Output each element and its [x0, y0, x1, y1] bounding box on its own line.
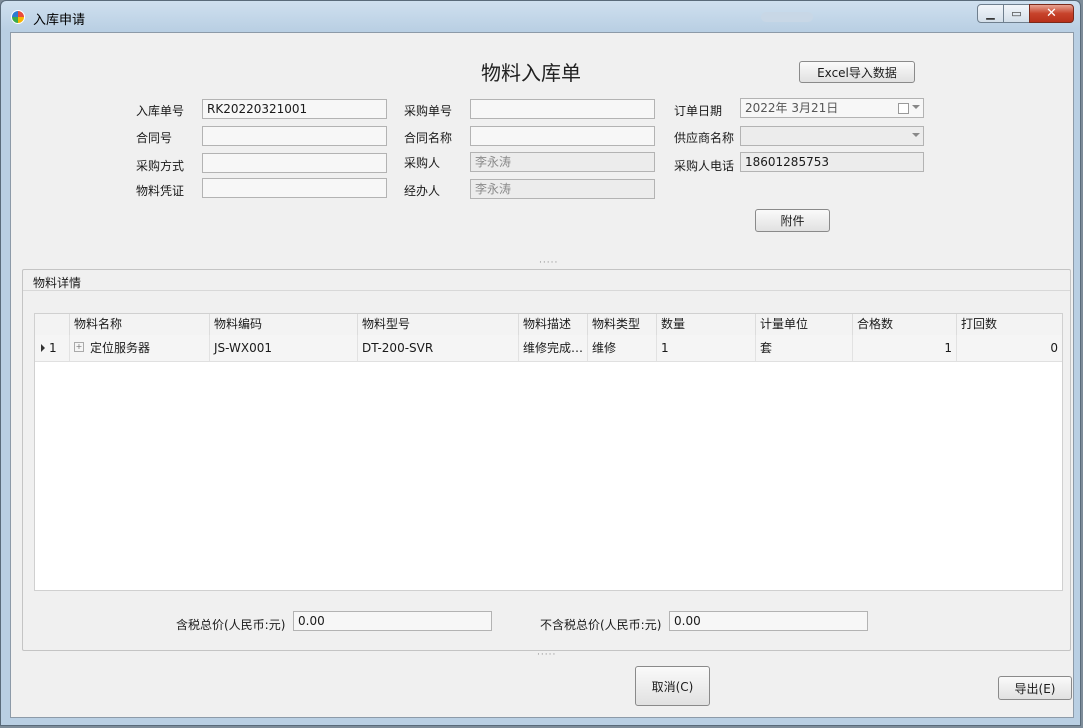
purchase-no-field[interactable]: [470, 99, 655, 119]
maximize-icon: ▭: [1011, 7, 1022, 20]
supplier-label: 供应商名称: [674, 131, 735, 145]
voucher-label: 物料凭证: [136, 184, 185, 198]
cell-passed[interactable]: 1: [852, 335, 956, 361]
close-button[interactable]: ✕: [1029, 4, 1074, 23]
window-title: 入库申请: [33, 13, 86, 28]
purchaser-phone-label: 采购人电话: [674, 159, 735, 173]
order-date-picker[interactable]: 2022年 3月21日: [740, 98, 924, 118]
group-divider: [23, 290, 1070, 291]
supplier-dropdown[interactable]: [740, 126, 924, 146]
voucher-field[interactable]: [202, 178, 387, 198]
window: 入库申请 ▁ ▭ ✕ 物料入库单 Excel导入数据 入库单号 RK202203…: [0, 0, 1081, 726]
cell-model[interactable]: DT-200-SVR: [357, 335, 518, 361]
column-header[interactable]: 打回数: [956, 314, 1062, 335]
header-corner: [35, 314, 69, 335]
cell-returned[interactable]: 0: [956, 335, 1062, 361]
details-title: 物料详情: [33, 276, 82, 290]
tax-incl-label: 含税总价(人民币:元): [176, 618, 286, 632]
splitter-grip-bottom[interactable]: ·····: [537, 650, 556, 660]
order-date-label: 订单日期: [674, 104, 723, 118]
contract-name-label: 合同名称: [404, 131, 453, 145]
app-icon: [11, 10, 25, 24]
column-header[interactable]: 数量: [656, 314, 755, 335]
order-date-value: 2022年 3月21日: [745, 101, 839, 115]
cell-qty[interactable]: 1: [656, 335, 755, 361]
splitter-grip-top[interactable]: ·····: [539, 258, 558, 268]
minimize-icon: ▁: [986, 7, 995, 20]
contract-name-field[interactable]: [470, 126, 655, 146]
minimize-button[interactable]: ▁: [977, 4, 1004, 23]
cell-name-text: 定位服务器: [90, 341, 151, 355]
chevron-down-icon: [912, 133, 920, 137]
cancel-button[interactable]: 取消(C): [635, 666, 710, 706]
column-header[interactable]: 计量单位: [755, 314, 852, 335]
maximize-button[interactable]: ▭: [1003, 4, 1030, 23]
purchase-method-field[interactable]: [202, 153, 387, 173]
column-header[interactable]: 物料类型: [587, 314, 656, 335]
export-button[interactable]: 导出(E): [998, 676, 1072, 700]
order-no-field[interactable]: RK20220321001: [202, 99, 387, 119]
grid-header: 物料名称 物料编码 物料型号 物料描述 物料类型 数量 计量单位 合格数 打回数: [35, 314, 1062, 336]
attachment-button[interactable]: 附件: [755, 209, 830, 232]
chevron-down-icon: [912, 105, 920, 109]
handler-label: 经办人: [404, 184, 441, 198]
expand-icon[interactable]: +: [74, 341, 84, 352]
purchaser-phone-field[interactable]: 18601285753: [740, 152, 924, 172]
form-title: 物料入库单: [481, 61, 581, 85]
column-header[interactable]: 物料描述: [518, 314, 587, 335]
cell-unit[interactable]: 套: [755, 335, 852, 361]
title-bar[interactable]: 入库申请 ▁ ▭ ✕: [1, 1, 1080, 33]
cell-desc[interactable]: 维修完成…: [518, 335, 587, 361]
material-grid[interactable]: 物料名称 物料编码 物料型号 物料描述 物料类型 数量 计量单位 合格数 打回数…: [34, 313, 1063, 591]
column-header[interactable]: 物料编码: [209, 314, 357, 335]
purchase-method-label: 采购方式: [136, 159, 185, 173]
purchaser-label: 采购人: [404, 156, 441, 170]
calendar-icon: [898, 103, 909, 114]
table-row[interactable]: 1 + 定位服务器 JS-WX001 DT-200-SVR 维修完成… 维修 1 …: [35, 335, 1062, 362]
order-no-label: 入库单号: [136, 104, 185, 118]
contract-no-field[interactable]: [202, 126, 387, 146]
column-header[interactable]: 合格数: [852, 314, 956, 335]
tax-excl-field[interactable]: 0.00: [669, 611, 868, 631]
excel-import-button[interactable]: Excel导入数据: [799, 61, 915, 83]
column-header[interactable]: 物料型号: [357, 314, 518, 335]
material-details-group: 物料详情 物料名称 物料编码 物料型号 物料描述 物料类型 数量 计量单位 合格…: [22, 269, 1071, 651]
client-area: 物料入库单 Excel导入数据 入库单号 RK20220321001 采购单号 …: [10, 32, 1074, 718]
row-index: 1: [49, 341, 57, 355]
tax-incl-field[interactable]: 0.00: [293, 611, 492, 631]
handler-field: 李永涛: [470, 179, 655, 199]
cell-name[interactable]: + 定位服务器: [69, 335, 209, 361]
title-blurred-text: [761, 12, 813, 22]
close-icon: ✕: [1046, 6, 1057, 21]
contract-no-label: 合同号: [136, 131, 173, 145]
purchaser-field: 李永涛: [470, 152, 655, 172]
tax-excl-label: 不含税总价(人民币:元): [540, 618, 662, 632]
column-header[interactable]: 物料名称: [69, 314, 209, 335]
cell-type[interactable]: 维修: [587, 335, 656, 361]
cell-code[interactable]: JS-WX001: [209, 335, 357, 361]
purchase-no-label: 采购单号: [404, 104, 453, 118]
